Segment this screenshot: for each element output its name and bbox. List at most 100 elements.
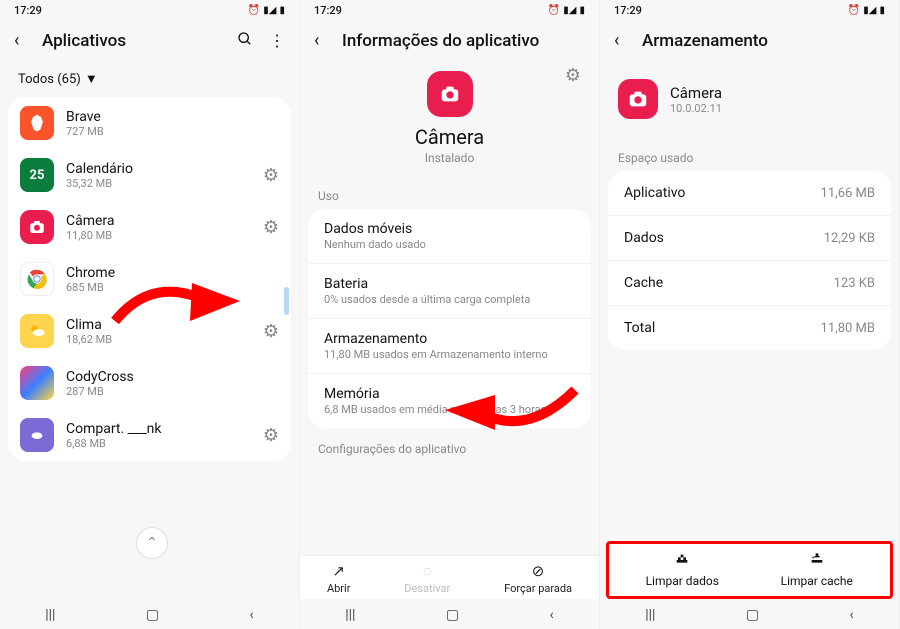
row-armazenamento[interactable]: Armazenamento 11,80 MB usados em Armazen… [308,319,591,374]
back-icon[interactable]: ‹ [14,30,32,51]
kv-label: Dados [624,230,664,246]
row-bateria[interactable]: Bateria 0% usados desde a última carga c… [308,264,591,319]
chrome-icon [20,262,54,296]
usage-card: Dados móveis Nenhum dado usado Bateria 0… [308,209,591,428]
list-item[interactable]: Clima 18,62 MB ⚙ [8,305,291,357]
gear-icon[interactable]: ⚙ [263,425,279,446]
header-app-info: ‹ Informações do aplicativo [300,20,599,65]
list-item[interactable]: Compart. ___nk 6,88 MB ⚙ [8,409,291,461]
clear-data-button[interactable]: Limpar dados [615,552,750,588]
action-forcar-parada[interactable]: ⊘ Forçar parada [504,562,572,595]
action-abrir[interactable]: ↗ Abrir [327,562,350,595]
battery-icon: ▮ [279,5,285,16]
kv-value: 123 KB [834,276,875,291]
signal-icon: ▮◢ [263,5,276,16]
status-icons: ⏰ ▮◢ ▮ [248,5,285,16]
brave-icon [20,106,54,140]
filter-dropdown[interactable]: Todos (65) ▼ [0,65,299,97]
back-button[interactable]: ‹ [250,607,254,623]
header-storage: ‹ Armazenamento [600,20,899,65]
app-info: Câmera 11,80 MB [66,213,251,242]
back-button[interactable]: ‹ [550,607,554,623]
back-icon[interactable]: ‹ [614,30,632,51]
back-button[interactable]: ‹ [850,607,854,623]
list-item[interactable]: Câmera 11,80 MB ⚙ [8,201,291,253]
panel-apps: 17:29 ⏰ ▮◢ ▮ ‹ Aplicativos ⋮ Todos (65) … [0,0,300,629]
recents-button[interactable]: ||| [645,607,655,623]
action-label: Abrir [327,582,350,595]
app-name: Compart. ___nk [66,421,251,437]
kv-value: 12,29 KB [824,231,875,246]
home-button[interactable]: ▢ [146,607,159,623]
search-icon[interactable] [237,31,253,51]
list-item[interactable]: Chrome 685 MB [8,253,291,305]
status-bar: 17:29 ⏰ ▮◢ ▮ [300,0,599,20]
app-info: Brave 727 MB [66,109,279,138]
action-desativar[interactable]: ◌ Desativar [404,562,450,595]
kv-value: 11,80 MB [821,321,875,336]
clear-data-icon [615,552,750,572]
gear-icon[interactable]: ⚙ [263,321,279,342]
row-dados-moveis[interactable]: Dados móveis Nenhum dado usado [308,209,591,264]
app-info: Compart. ___nk 6,88 MB [66,421,251,450]
open-icon: ↗ [327,562,350,580]
status-bar: 17:29 ⏰ ▮◢ ▮ [600,0,899,20]
page-title: Aplicativos [42,31,227,51]
status-icons: ⏰ ▮◢ ▮ [548,5,585,16]
recents-button[interactable]: ||| [45,607,55,623]
gear-icon[interactable]: ⚙ [263,165,279,186]
camera-icon [427,71,473,117]
gear-icon[interactable]: ⚙ [263,217,279,238]
row-sub: 11,80 MB usados em Armazenamento interno [324,348,575,361]
android-navbar: ||| ▢ ‹ [600,599,899,629]
row-memoria[interactable]: Memória 6,8 MB usados em média nas últim… [308,374,591,428]
app-info: Chrome 685 MB [66,265,279,294]
page-title: Informações do aplicativo [342,31,585,51]
svg-text:+: + [811,555,814,561]
row-sub: 6,8 MB usados em média nas últimas 3 hor… [324,403,575,416]
app-size: 18,62 MB [66,333,251,346]
back-icon[interactable]: ‹ [314,30,332,51]
panel-app-info: 17:29 ⏰ ▮◢ ▮ ‹ Informações do aplicativo… [300,0,600,629]
row-sub: Nenhum dado usado [324,238,575,251]
action-label: Desativar [404,582,450,595]
more-icon[interactable]: ⋮ [269,31,285,50]
app-size: 6,88 MB [66,437,251,450]
camera-icon [618,79,658,119]
page-title: Armazenamento [642,31,885,51]
gear-icon[interactable]: ⚙ [565,65,581,86]
app-name: Chrome [66,265,279,281]
storage-card: Aplicativo 11,66 MB Dados 12,29 KB Cache… [608,171,891,350]
row-aplicativo: Aplicativo 11,66 MB [608,171,891,216]
row-title: Bateria [324,276,575,292]
list-item[interactable]: Brave 727 MB [8,97,291,149]
app-name: Clima [66,317,251,333]
clear-cache-button[interactable]: + Limpar cache [750,552,885,588]
battery-icon: ▮ [879,5,885,16]
header-actions: ⋮ [237,31,285,51]
codycross-icon [20,366,54,400]
app-name: Câmera [670,84,722,102]
scroll-to-top-button[interactable]: ⌃ [136,527,168,559]
kv-value: 11,66 MB [821,186,875,201]
app-size: 35,32 MB [66,177,251,190]
list-item[interactable]: 25 Calendário 35,32 MB ⚙ [8,149,291,201]
storage-actions-highlighted: Limpar dados + Limpar cache [606,541,893,599]
list-item[interactable]: CodyCross 287 MB [8,357,291,409]
recents-button[interactable]: ||| [345,607,355,623]
calendar-icon: 25 [20,158,54,192]
kv-label: Aplicativo [624,185,685,201]
status-icons: ⏰ ▮◢ ▮ [848,5,885,16]
app-name: CodyCross [66,369,279,385]
camera-icon [20,210,54,244]
share-icon [20,418,54,452]
status-bar: 17:29 ⏰ ▮◢ ▮ [0,0,299,20]
app-summary: Câmera 10.0.02.11 [600,65,899,137]
home-button[interactable]: ▢ [746,607,759,623]
section-label-uso: Uso [300,175,599,209]
chevron-down-icon: ▼ [85,71,98,87]
android-navbar: ||| ▢ ‹ [300,599,599,629]
home-button[interactable]: ▢ [446,607,459,623]
row-sub: 0% usados desde a última carga completa [324,293,575,306]
app-status: Instalado [300,151,599,165]
